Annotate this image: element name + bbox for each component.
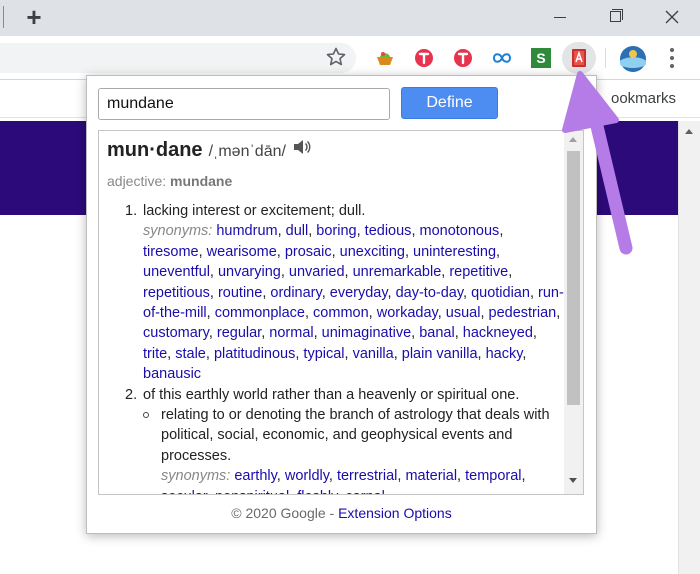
extension-options-link[interactable]: Extension Options [338,505,452,521]
synonym-link[interactable]: banal [419,325,454,341]
s-extension-icon[interactable]: S [530,47,552,69]
synonym-link[interactable]: quotidian [471,285,530,301]
synonym-link[interactable]: terrestrial [337,468,397,484]
synonym-link[interactable]: typical [303,346,344,362]
definition-panel[interactable]: mun·dane/ˌmənˈdān/ adjective: mundane 1.… [98,130,584,495]
synonym-link[interactable]: repetitious [143,285,210,301]
minimize-button[interactable] [540,2,580,32]
synonym-link[interactable]: banausic [143,366,201,382]
synonym-link[interactable]: unimaginative [322,325,411,341]
bullet-icon [143,412,149,419]
bowl-extension-icon[interactable] [374,47,396,69]
synonym-link[interactable]: secular [161,489,207,494]
synonym-link[interactable]: pedestrian [489,305,557,321]
address-bar[interactable] [0,43,356,73]
synonym-link[interactable]: tedious [365,223,412,239]
browser-menu-icon[interactable] [662,46,682,70]
synonym-link[interactable]: unvaried [289,264,345,280]
headword-row: mun·dane/ˌmənˈdān/ [107,139,312,165]
synonym-link[interactable]: routine [218,285,262,301]
synonym-link[interactable]: common [313,305,369,321]
synonym-link[interactable]: ordinary [270,285,321,301]
new-tab-button[interactable]: + [20,3,48,31]
part-of-speech: adjective: mundane [107,173,232,189]
synonym-link[interactable]: repetitive [449,264,508,280]
synonym-list: synonyms: humdrum, dull, boring, tedious… [143,223,564,383]
synonym-link[interactable]: plain vanilla [402,346,478,362]
synonym-link[interactable]: nonspiritual [215,489,289,494]
annotation-arrow-icon [562,71,633,255]
definition-list: 1. lacking interest or excitement; dull.… [125,201,565,494]
dictionary-popup: Define mun·dane/ˌmənˈdān/ adjective: mun… [86,75,597,534]
t-extension-icon[interactable] [413,47,435,69]
maximize-button[interactable] [596,2,636,32]
synonym-link[interactable]: worldly [285,468,329,484]
synonym-link[interactable]: temporal [465,468,521,484]
synonym-link[interactable]: normal [269,325,313,341]
synonym-list: synonyms: earthly, worldly, terrestrial,… [161,466,565,494]
synonym-link[interactable]: tiresome [143,244,199,260]
synonym-link[interactable]: hackneyed [463,325,533,341]
tab-strip: + [0,0,700,36]
synonym-link[interactable]: unremarkable [353,264,442,280]
scroll-down-icon[interactable] [569,478,577,483]
synonym-link[interactable]: carnal [345,489,385,494]
svg-text:S: S [536,50,545,66]
synonym-link[interactable]: material [405,468,457,484]
restore-icon [610,11,621,22]
synonym-link[interactable]: uneventful [143,264,210,280]
synonym-link[interactable]: prosaic [285,244,332,260]
speaker-icon[interactable] [292,138,312,161]
synonym-link[interactable]: humdrum [216,223,277,239]
synonym-link[interactable]: unvarying [218,264,281,280]
page-scroll-up-icon[interactable] [685,129,693,134]
synonym-link[interactable]: platitudinous [214,346,295,362]
synonym-link[interactable]: unexciting [340,244,405,260]
definition-text: of this earthly world rather than a heav… [143,386,520,403]
synonyms-label: synonyms: [143,223,217,240]
synonym-link[interactable]: dull [286,223,309,239]
synonym-link[interactable]: trite [143,346,167,362]
synonym-link[interactable]: earthly [234,468,276,484]
bookmark-star-icon[interactable] [324,45,348,69]
word-search-input[interactable] [98,88,390,120]
pronunciation: /ˌmənˈdān/ [208,143,286,160]
synonym-link[interactable]: fleshly [297,489,337,494]
definition-number: 2. [125,386,138,403]
tab-separator [3,6,4,28]
synonym-link[interactable]: commonplace [215,305,305,321]
close-window-button[interactable] [652,2,692,32]
popup-footer: © 2020 Google - Extension Options [87,505,596,521]
page-scrollbar[interactable] [678,121,700,574]
synonym-link[interactable]: hacky [486,346,523,362]
pos-label: adjective: [107,173,167,189]
synonyms-label: synonyms: [161,468,235,485]
synonym-link[interactable]: boring [316,223,356,239]
synonym-link[interactable]: day-to-day [396,285,463,301]
copyright-text: © 2020 Google - [231,505,339,521]
t-extension-icon-2[interactable] [452,47,474,69]
definition-item: 2. of this earthly world rather than a h… [125,385,565,494]
minimize-icon [554,17,566,18]
synonym-link[interactable]: monotonous [420,223,500,239]
synonym-link[interactable]: everyday [330,285,388,301]
sub-definition: relating to or denoting the branch of as… [143,405,565,494]
definition-number: 1. [125,203,138,219]
close-icon [665,10,679,24]
definition-text: lacking interest or excitement; dull. [143,203,366,219]
infinity-extension-icon[interactable] [491,47,513,69]
synonym-link[interactable]: customary [143,325,209,341]
sub-definition-text: relating to or denoting the branch of as… [161,407,550,464]
synonym-link[interactable]: vanilla [353,346,394,362]
synonym-link[interactable]: wearisome [207,244,277,260]
define-button[interactable]: Define [401,87,498,119]
headword: mun·dane [107,139,203,161]
synonym-link[interactable]: stale [175,346,206,362]
definition-item: 1. lacking interest or excitement; dull.… [125,201,565,385]
pos-word: mundane [170,173,233,189]
synonym-link[interactable]: workaday [377,305,438,321]
synonym-link[interactable]: regular [217,325,261,341]
synonym-link[interactable]: uninteresting [413,244,496,260]
synonym-link[interactable]: usual [446,305,481,321]
